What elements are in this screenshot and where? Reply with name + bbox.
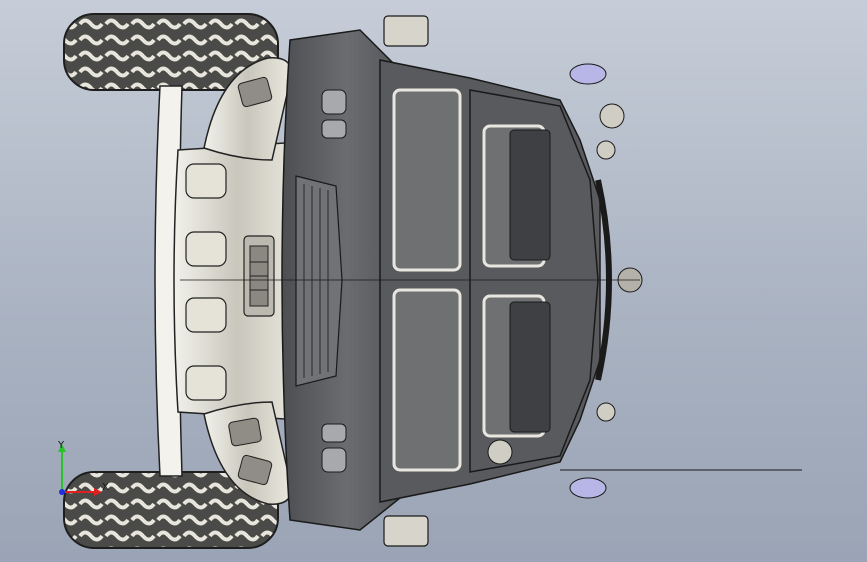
vehicle-model-top-view[interactable]	[0, 0, 867, 562]
cad-viewport[interactable]: Y X	[0, 0, 867, 562]
triad-x-label: X	[102, 482, 109, 493]
triad-y-label: Y	[58, 440, 65, 451]
x-axis-arrow-icon	[94, 488, 102, 496]
axis-triad: Y X	[44, 436, 114, 506]
grille	[295, 175, 343, 387]
z-axis-dot-icon	[59, 489, 65, 495]
winch	[243, 235, 275, 317]
